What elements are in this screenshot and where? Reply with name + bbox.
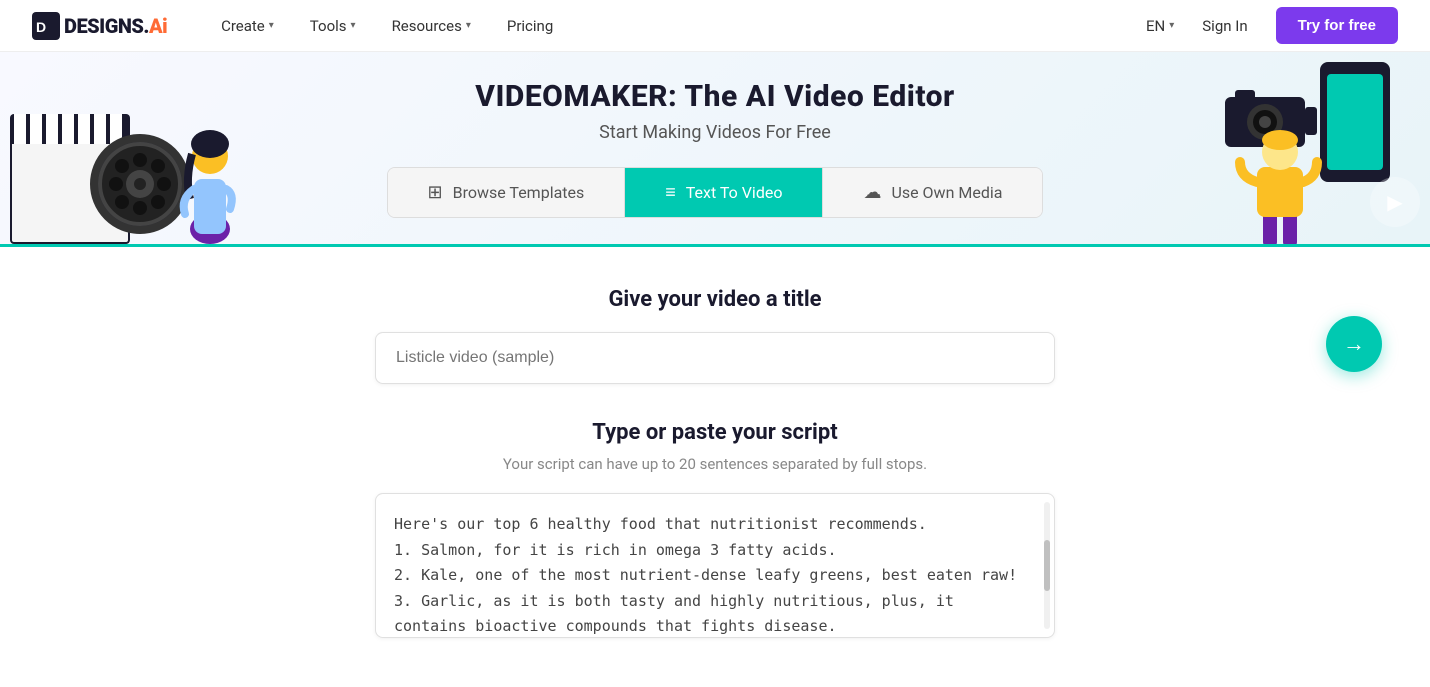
- chevron-down-icon: ▾: [1169, 20, 1174, 31]
- language-selector[interactable]: EN ▾: [1146, 17, 1174, 35]
- next-button[interactable]: →: [1326, 316, 1382, 372]
- chevron-down-icon: ▾: [269, 20, 274, 31]
- chevron-down-icon: ▾: [351, 20, 356, 31]
- try-free-button[interactable]: Try for free: [1276, 7, 1398, 44]
- svg-text:D: D: [36, 19, 46, 35]
- arrow-right-icon: →: [1343, 331, 1365, 357]
- phone-device-icon: [1320, 62, 1390, 182]
- logo-text: DESIGNS.: [64, 14, 149, 38]
- script-textarea[interactable]: Here's our top 6 healthy food that nutri…: [376, 494, 1054, 637]
- main-content: Give your video a title Type or paste yo…: [355, 247, 1075, 638]
- hero-content: VIDEOMAKER: The AI Video Editor Start Ma…: [387, 79, 1044, 218]
- nav-item-resources[interactable]: Resources ▾: [378, 11, 485, 41]
- sign-in-button[interactable]: Sign In: [1190, 11, 1259, 41]
- script-textarea-wrap: Here's our top 6 healthy food that nutri…: [375, 493, 1055, 638]
- script-label: Type or paste your script: [375, 420, 1055, 445]
- logo[interactable]: D DESIGNS.Ai: [32, 12, 167, 40]
- nav-item-pricing[interactable]: Pricing: [493, 11, 567, 41]
- cameraman-icon: [1235, 107, 1325, 247]
- nav-links: Create ▾ Tools ▾ Resources ▾ Pricing: [207, 11, 1146, 41]
- tab-browse-templates[interactable]: ⊞ Browse Templates: [388, 168, 626, 217]
- video-title-label: Give your video a title: [375, 287, 1055, 312]
- play-icon: ▶: [1370, 177, 1420, 227]
- nav-item-tools[interactable]: Tools ▾: [296, 11, 370, 41]
- grid-icon: ⊞: [428, 182, 443, 203]
- video-title-input[interactable]: [375, 332, 1055, 384]
- script-hint: Your script can have up to 20 sentences …: [375, 455, 1055, 473]
- cloud-icon: ☁: [863, 182, 881, 203]
- character-left-icon: [170, 84, 250, 244]
- navbar: D DESIGNS.Ai Create ▾ Tools ▾ Resources …: [0, 0, 1430, 52]
- list-icon: ≡: [665, 182, 676, 203]
- tab-use-own-media[interactable]: ☁ Use Own Media: [823, 168, 1042, 217]
- logo-ai: Ai: [149, 14, 167, 38]
- hero-subtitle: Start Making Videos For Free: [387, 122, 1044, 143]
- scrollbar-thumb[interactable]: [1044, 540, 1050, 591]
- deco-right: ▶: [1190, 52, 1430, 247]
- tab-text-to-video[interactable]: ≡ Text To Video: [625, 168, 823, 217]
- hero-banner: ▶ VIDEOMAKER: The AI Video Editor Start …: [0, 52, 1430, 247]
- nav-item-create[interactable]: Create ▾: [207, 11, 288, 41]
- deco-left: [0, 52, 260, 244]
- hero-title: VIDEOMAKER: The AI Video Editor: [387, 79, 1044, 114]
- navbar-right: EN ▾ Sign In Try for free: [1146, 7, 1398, 44]
- scrollbar-track: [1044, 502, 1050, 629]
- hero-tabs: ⊞ Browse Templates ≡ Text To Video ☁ Use…: [387, 167, 1044, 218]
- chevron-down-icon: ▾: [466, 20, 471, 31]
